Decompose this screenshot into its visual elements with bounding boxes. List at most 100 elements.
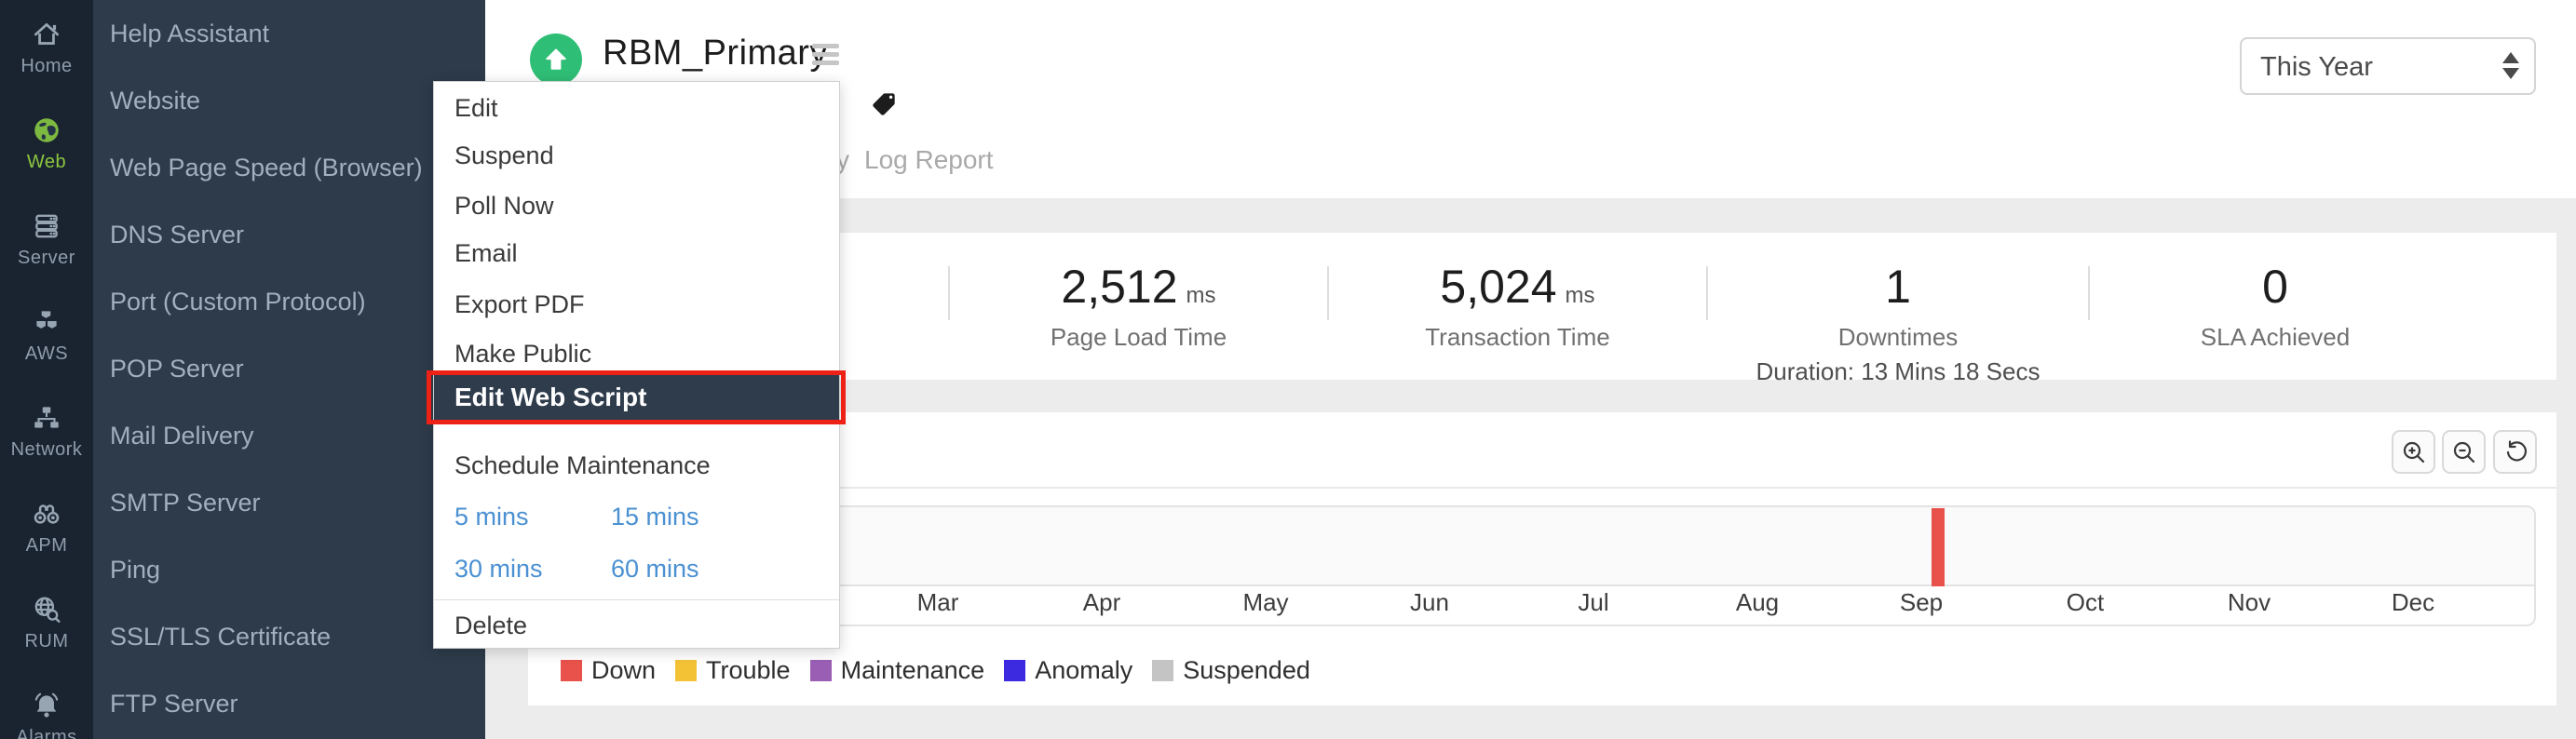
hamburger-icon[interactable] — [812, 44, 839, 69]
month-tick-oct: Oct — [2067, 588, 2104, 617]
month-tick-sep: Sep — [1900, 588, 1943, 617]
submenu-item-ping[interactable]: Ping — [93, 536, 485, 603]
stat-content: 5,024ms Transaction Time — [1425, 263, 1609, 352]
sidebar-item-aws[interactable]: AWS — [0, 288, 93, 383]
legend-swatch — [810, 660, 832, 681]
submenu-item-pop-server[interactable]: POP Server — [93, 335, 485, 402]
reset-zoom-icon — [2502, 439, 2529, 465]
stat-label: Downtimes — [1838, 323, 1959, 352]
globe-magnifier-icon — [31, 594, 62, 625]
stat-unit: ms — [1566, 283, 1595, 309]
stat-divider — [1327, 266, 1329, 320]
menu-item-schedule-maintenance[interactable]: Schedule Maintenance — [434, 445, 839, 486]
aws-boxes-icon — [31, 306, 62, 338]
sidebar-item-label: Server — [18, 248, 75, 269]
stat-content: 0 SLA Achieved — [2201, 263, 2350, 352]
legend-item-maintenance[interactable]: Maintenance — [810, 656, 985, 685]
stat-value: 0 — [2262, 263, 2288, 310]
month-tick-apr: Apr — [1083, 588, 1120, 617]
sidebar-item-label: Network — [11, 439, 83, 461]
menu-item-export-pdf[interactable]: Export PDF — [434, 284, 839, 325]
submenu-item-website[interactable]: Website — [93, 67, 485, 134]
submenu-item-help-assistant[interactable]: Help Assistant — [93, 0, 485, 67]
timeline-plot-area — [551, 507, 2534, 586]
updown-spinner-icon — [2502, 52, 2519, 79]
server-icon — [31, 210, 62, 242]
legend-swatch — [1004, 660, 1025, 681]
stat-value-row: 0 — [2262, 263, 2288, 310]
stat-value-row: 1 — [1885, 263, 1911, 310]
menu-item-delete[interactable]: Delete — [434, 605, 839, 646]
month-tick-may: May — [1242, 588, 1288, 617]
downtime-event-bar[interactable] — [1932, 508, 1945, 586]
legend-label: Maintenance — [841, 656, 985, 685]
network-icon — [31, 402, 62, 434]
sidebar-item-server[interactable]: Server — [0, 192, 93, 288]
sidebar-item-apm[interactable]: APM — [0, 479, 93, 575]
legend-label: Suspended — [1183, 656, 1310, 685]
poll-interval-15-mins[interactable]: 15 mins — [611, 503, 699, 531]
menu-item-make-public[interactable]: Make Public — [434, 333, 839, 374]
status-up-badge-icon — [530, 34, 582, 86]
sidebar-item-label: Web — [27, 152, 66, 173]
stat-label: Page Load Time — [1051, 323, 1227, 352]
month-tick-aug: Aug — [1736, 588, 1779, 617]
menu-item-edit-web-script[interactable]: Edit Web Script — [434, 375, 839, 420]
submenu-item-ftp-server[interactable]: FTP Server — [93, 670, 485, 737]
stat-label: Transaction Time — [1425, 323, 1609, 352]
menu-separator — [434, 599, 839, 600]
submenu-item-web-page-speed-browser-[interactable]: Web Page Speed (Browser) — [93, 134, 485, 201]
legend-label: Down — [591, 656, 656, 685]
poll-interval-60-mins[interactable]: 60 mins — [611, 555, 699, 584]
reset-zoom-button[interactable] — [2493, 430, 2537, 474]
poll-interval-5-mins[interactable]: 5 mins — [454, 503, 529, 531]
submenu-item-ssl-tls-certificate[interactable]: SSL/TLS Certificate — [93, 603, 485, 670]
month-tick-mar: Mar — [917, 588, 959, 617]
legend-item-trouble[interactable]: Trouble — [675, 656, 791, 685]
submenu-item-port-custom-protocol-[interactable]: Port (Custom Protocol) — [93, 268, 485, 335]
zoom-out-button[interactable] — [2442, 430, 2486, 474]
up-arrow-icon — [540, 44, 572, 75]
tag-icon[interactable] — [871, 91, 897, 117]
legend-item-down[interactable]: Down — [561, 656, 656, 685]
poll-interval-30-mins[interactable]: 30 mins — [454, 555, 543, 584]
submenu-item-dns-server[interactable]: DNS Server — [93, 201, 485, 268]
zoom-in-button[interactable] — [2392, 430, 2435, 474]
timeline-chart[interactable]: JanFebMarAprMayJunJulAugSepOctNovDec — [549, 505, 2536, 626]
stat-divider — [1706, 266, 1708, 320]
stat-content: 1DowntimesDuration: 13 Mins 18 Secs — [1756, 263, 2040, 386]
period-selector-dropdown[interactable]: This Year — [2240, 37, 2536, 95]
month-tick-dec: Dec — [2392, 588, 2434, 617]
menu-item-email[interactable]: Email — [434, 233, 839, 274]
stat-divider — [948, 266, 950, 320]
menu-item-poll-now[interactable]: Poll Now — [434, 185, 839, 226]
sidebar-item-network[interactable]: Network — [0, 383, 93, 479]
sidebar-item-web[interactable]: Web — [0, 96, 93, 192]
stat-value-row: 2,512 ms — [1061, 263, 1215, 310]
legend-item-anomaly[interactable]: Anomaly — [1004, 656, 1132, 685]
menu-item-suspend[interactable]: Suspend — [434, 135, 839, 176]
legend-label: Trouble — [706, 656, 791, 685]
stat-value-row: 5,024ms — [1440, 263, 1594, 310]
sidebar-item-label: RUM — [24, 631, 68, 652]
stat-value: 2,512 — [1061, 263, 1177, 310]
submenu-item-mail-delivery[interactable]: Mail Delivery — [93, 402, 485, 469]
sidebar-item-home[interactable]: Home — [0, 0, 93, 96]
sidebar-item-rum[interactable]: RUM — [0, 575, 93, 671]
sidebar-item-alarms[interactable]: Alarms — [0, 671, 93, 739]
month-tick-jul: Jul — [1578, 588, 1608, 617]
period-selector-value: This Year — [2260, 52, 2373, 83]
sidebar-item-label: AWS — [25, 343, 68, 365]
monitor-type-menu: Help AssistantWebsiteWeb Page Speed (Bro… — [93, 0, 485, 739]
stat-label: SLA Achieved — [2201, 323, 2350, 352]
submenu-item-smtp-server[interactable]: SMTP Server — [93, 469, 485, 536]
legend-swatch — [1152, 660, 1173, 681]
stat-unit: ms — [1186, 283, 1216, 309]
legend-swatch — [675, 660, 697, 681]
monitor-title: RBM_Primary — [603, 34, 828, 74]
legend-swatch — [561, 660, 582, 681]
legend-label: Anomaly — [1035, 656, 1132, 685]
menu-item-edit[interactable]: Edit — [434, 87, 839, 128]
legend-item-suspended[interactable]: Suspended — [1152, 656, 1310, 685]
tab-log-report[interactable]: Log Report — [864, 145, 994, 175]
